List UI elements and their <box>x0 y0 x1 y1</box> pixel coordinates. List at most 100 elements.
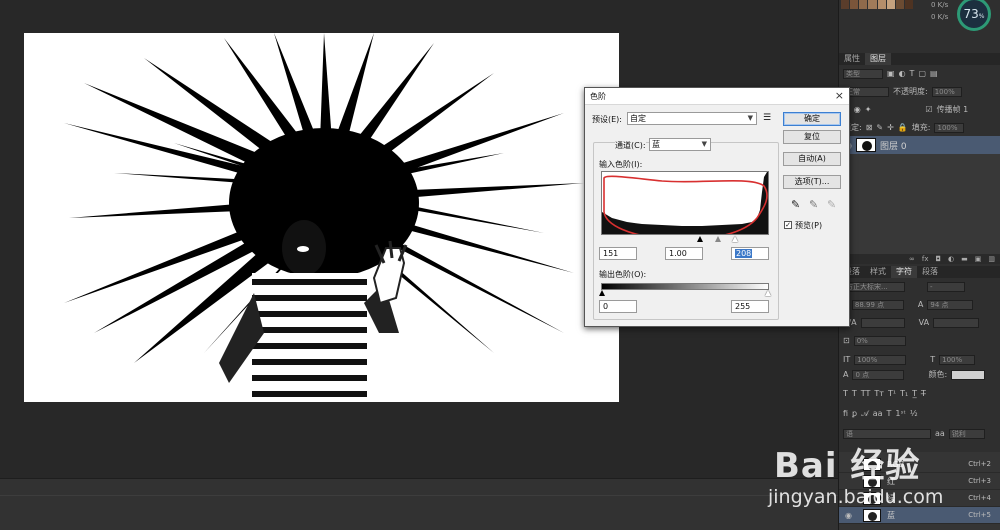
layer-row[interactable]: ◉ 图层 0 <box>839 136 1000 154</box>
ok-button[interactable]: 确定 <box>783 112 841 126</box>
vertical-scale-icon: IT <box>843 355 851 364</box>
swatches-strip[interactable] <box>841 0 913 9</box>
input-white-field[interactable]: 208 <box>731 247 769 260</box>
output-white-handle[interactable] <box>765 290 771 296</box>
black-eyedropper-icon[interactable]: ✎ <box>791 198 800 211</box>
ligature-icon[interactable]: fi <box>843 408 848 420</box>
horizontal-scale-icon: T <box>930 355 936 364</box>
gray-eyedropper-icon[interactable]: ✎ <box>809 198 818 211</box>
output-black-field[interactable]: 0 <box>599 300 637 313</box>
lock-paint-icon[interactable]: ✎ <box>876 122 883 134</box>
layer-filter-row: 类型 ▣ ◐ T ▢ ▤ <box>843 68 938 80</box>
tab-styles[interactable]: 样式 <box>865 266 891 278</box>
auto-button[interactable]: 自动(A) <box>783 152 841 166</box>
vertical-scale-field[interactable]: 100% <box>854 355 907 365</box>
tab-paragraph[interactable]: 段落 <box>917 266 943 278</box>
faux-italic-icon[interactable]: T <box>852 388 857 400</box>
output-white-field[interactable]: 255 <box>731 300 769 313</box>
input-levels-slider[interactable] <box>601 235 769 243</box>
input-white-handle[interactable] <box>732 236 738 242</box>
underline-icon[interactable]: T̲ <box>912 388 917 400</box>
trash-icon[interactable]: ▥ <box>988 254 995 264</box>
text-color-swatch[interactable] <box>951 370 986 380</box>
unify-style-icon[interactable]: ✦ <box>865 104 872 116</box>
tracking-field[interactable] <box>933 318 980 328</box>
font-family-select[interactable]: 方正大标宋... <box>843 282 905 292</box>
preview-checkbox[interactable]: ✓ <box>784 221 792 229</box>
output-levels-slider[interactable] <box>599 290 771 297</box>
kerning-field[interactable] <box>860 318 905 328</box>
adjust-filter-icon[interactable]: ◐ <box>899 68 906 80</box>
language-select[interactable]: 语 <box>843 429 931 439</box>
antialias-select[interactable]: 锐利 <box>948 429 985 439</box>
channel-select[interactable]: 蓝 ▼ <box>649 138 711 151</box>
input-gamma-field[interactable]: 1.00 <box>665 247 703 260</box>
font-style-select[interactable]: - <box>927 282 965 292</box>
lock-all-icon[interactable]: 🔒 <box>898 122 908 134</box>
small-caps-icon[interactable]: Tт <box>874 388 884 400</box>
lock-pixels-icon[interactable]: ⊠ <box>866 122 873 134</box>
link-layers-icon[interactable]: ∞ <box>909 254 915 264</box>
channel-row-red[interactable]: 红 Ctrl+3 <box>839 473 1000 490</box>
baseline-row: A 0 点 颜色: <box>843 369 986 381</box>
leading-field[interactable]: 94 点 <box>927 300 974 310</box>
options-button[interactable]: 选项(T)... <box>783 175 841 189</box>
tsume-field[interactable]: 0% <box>853 336 906 346</box>
fill-field[interactable]: 100% <box>934 123 965 133</box>
channel-row-blue[interactable]: ◉ 蓝 Ctrl+5 <box>839 507 1000 524</box>
input-black-handle[interactable] <box>697 236 703 242</box>
all-caps-icon[interactable]: TT <box>861 388 871 400</box>
ordinal-icon[interactable]: 1ˢᵗ <box>895 408 905 420</box>
dialog-titlebar[interactable]: 色阶 × <box>585 88 849 105</box>
unify-visibility-icon[interactable]: ◉ <box>854 104 861 116</box>
white-eyedropper-icon[interactable]: ✎ <box>827 198 836 211</box>
superscript-icon[interactable]: T¹ <box>888 388 896 400</box>
tab-properties[interactable]: 属性 <box>839 53 865 65</box>
reset-button[interactable]: 复位 <box>783 130 841 144</box>
fx-icon[interactable]: fx <box>922 254 929 264</box>
close-icon[interactable]: × <box>835 89 844 102</box>
lock-move-icon[interactable]: ✛ <box>887 122 894 134</box>
document-canvas[interactable] <box>24 33 619 402</box>
lock-row: 锁定: ⊠ ✎ ✛ 🔒 填充: 100% <box>843 122 965 134</box>
input-white-value: 208 <box>735 249 753 258</box>
dialog-title: 色阶 <box>590 92 606 101</box>
mask-icon[interactable]: ◘ <box>935 254 941 264</box>
tsume-row: ⊡ 0% <box>843 335 906 347</box>
eye-icon[interactable]: ◉ <box>845 511 852 520</box>
blend-row: 正常 不透明度: 100% <box>843 86 962 98</box>
propagate-label: 传播帧 1 <box>936 105 969 114</box>
opacity-field[interactable]: 100% <box>931 87 962 97</box>
shape-filter-icon[interactable]: ▢ <box>918 68 926 80</box>
group-icon[interactable]: ▬ <box>961 254 968 264</box>
subscript-icon[interactable]: T₁ <box>900 388 908 400</box>
baseline-field[interactable]: 0 点 <box>852 370 905 380</box>
new-layer-icon[interactable]: ▣ <box>975 254 982 264</box>
tab-layers[interactable]: 图层 <box>865 53 891 65</box>
input-gamma-handle[interactable] <box>715 236 721 242</box>
input-black-field[interactable]: 151 <box>599 247 637 260</box>
swash-icon[interactable]: 𝒜 <box>861 408 869 420</box>
stylistic-icon[interactable]: T <box>887 408 892 420</box>
layer-kind-select[interactable]: 类型 <box>843 69 883 79</box>
type-filter-icon[interactable]: T <box>910 68 915 80</box>
discretionary-icon[interactable]: ꝑ <box>852 408 857 420</box>
adjustment-icon[interactable]: ◐ <box>948 254 954 264</box>
strikethrough-icon[interactable]: T̶ <box>921 388 926 400</box>
channel-row-green[interactable]: 绿 Ctrl+4 <box>839 490 1000 507</box>
tab-character[interactable]: 字符 <box>891 266 917 278</box>
preset-value: 自定 <box>630 114 646 123</box>
image-filter-icon[interactable]: ▣ <box>887 68 895 80</box>
propagate-checkbox[interactable]: ☑ <box>925 104 932 116</box>
faux-bold-icon[interactable]: T <box>843 388 848 400</box>
channel-value: 蓝 <box>652 140 660 149</box>
channel-row-rgb[interactable]: RGB Ctrl+2 <box>839 456 1000 473</box>
output-black-handle[interactable] <box>599 290 605 296</box>
horizontal-scale-field[interactable]: 100% <box>939 355 976 365</box>
preset-select[interactable]: 自定 ▼ <box>627 112 757 125</box>
preset-options-icon[interactable]: ☰ <box>763 113 771 123</box>
fraction-icon[interactable]: ½ <box>910 408 918 420</box>
smart-filter-icon[interactable]: ▤ <box>930 68 938 80</box>
font-size-field[interactable]: 88.99 点 <box>851 300 904 310</box>
alternate-icon[interactable]: aa <box>873 408 883 420</box>
